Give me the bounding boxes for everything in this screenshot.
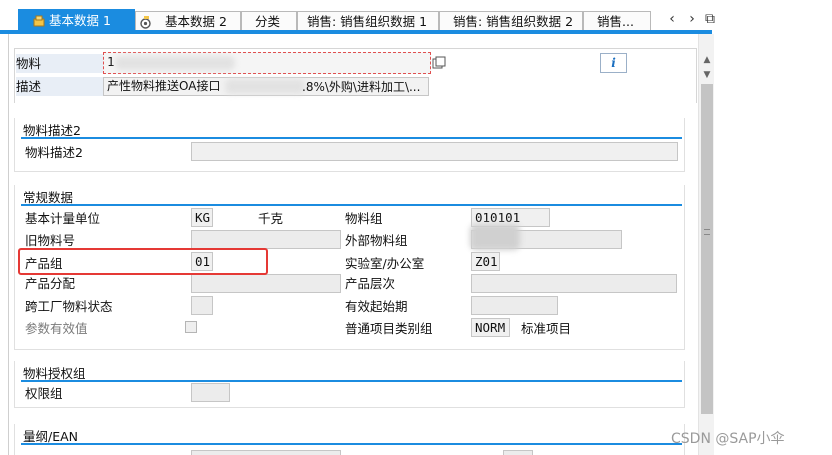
tab-label: 分类 — [255, 14, 281, 29]
material-desc2-field[interactable] — [191, 142, 678, 161]
thumb-grip-icon — [704, 229, 710, 235]
tab-label: 基本数据 2 — [165, 14, 227, 29]
scroll-down-icon[interactable]: ▼ — [699, 69, 715, 81]
group-title-underline — [21, 443, 682, 445]
tab-label: 销售: 销售组织数据 1 — [307, 14, 428, 29]
tab-classification[interactable]: 分类 — [241, 11, 297, 31]
old-material-label: 旧物料号 — [25, 233, 76, 248]
valid-from-field[interactable] — [471, 296, 558, 315]
tab-bar: 基本数据 1 基本数据 2 分类 销售: 销售组织数据 1 销售: 销售组织数据… — [0, 0, 832, 34]
product-alloc-field[interactable] — [191, 274, 341, 293]
tab-label: 销售: 销售组织数据 2 — [453, 14, 574, 29]
vertical-scrollbar[interactable]: ▲ ▼ — [698, 34, 714, 455]
base-uom-label: 基本计量单位 — [25, 211, 101, 226]
tab-basic-data-2[interactable]: 基本数据 2 — [135, 11, 241, 31]
auth-group-label: 权限组 — [25, 386, 63, 401]
auth-group-field[interactable] — [191, 383, 230, 402]
tab-sales-org-1[interactable]: 销售: 销售组织数据 1 — [297, 11, 439, 31]
tab-basic-data-1[interactable]: 基本数据 1 — [18, 9, 135, 32]
lab-office-value: Z01 — [475, 254, 498, 269]
material-group-label: 物料组 — [345, 211, 383, 226]
valid-from-label: 有效起始期 — [345, 299, 408, 314]
group-title-underline — [21, 137, 682, 139]
material-group-value: 010101 — [475, 210, 521, 225]
division-highlight-box — [18, 248, 268, 275]
tab-list-menu-icon[interactable]: ⧉ — [702, 10, 718, 28]
group-header: 常规数据 — [15, 185, 684, 206]
tab-scroll-right-icon[interactable]: › — [684, 10, 700, 28]
cross-plant-status-field[interactable] — [191, 296, 213, 315]
ext-material-group-label: 外部物料组 — [345, 233, 408, 248]
group-title-underline — [21, 380, 682, 382]
dims-field-1[interactable] — [191, 450, 341, 455]
base-uom-value: KG — [195, 210, 211, 225]
scroll-up-icon[interactable]: ▲ — [699, 54, 715, 66]
base-uom-field[interactable]: KG — [191, 208, 213, 227]
material-copy-icon[interactable] — [432, 56, 446, 70]
redacted-area — [470, 224, 520, 250]
item-cat-group-field[interactable]: NORM — [471, 318, 510, 337]
group-header: 量纲/EAN — [15, 424, 684, 445]
description-value: 产性物料推送OA接口 — [107, 79, 221, 93]
material-label: 物料 — [16, 56, 42, 71]
product-hierarchy-field[interactable] — [471, 274, 677, 293]
tab-sales-org-2[interactable]: 销售: 销售组织数据 2 — [439, 11, 583, 31]
redacted-area — [225, 79, 305, 94]
cross-plant-status-label: 跨工厂物料状态 — [25, 299, 113, 314]
base-uom-text: 千克 — [258, 211, 284, 226]
group-header: 物料描述2 — [15, 118, 684, 139]
param-effective-checkbox[interactable] — [185, 321, 197, 333]
tab-label: 基本数据 1 — [49, 13, 111, 28]
lab-office-label: 实验室/办公室 — [345, 256, 425, 271]
param-effective-label: 参数有效值 — [25, 321, 88, 336]
item-cat-group-text: 标准项目 — [521, 321, 572, 336]
info-button[interactable]: i — [600, 53, 627, 73]
group-title-underline — [21, 204, 682, 206]
item-cat-group-label: 普通项目类别组 — [345, 321, 433, 336]
group-header: 物料授权组 — [15, 361, 684, 382]
scrollbar-thumb[interactable] — [701, 84, 713, 414]
material-tab-icon — [33, 15, 45, 27]
material-tab-icon — [140, 16, 151, 29]
description-value-tail: .8%\外购\进料加工\... — [302, 80, 421, 94]
dims-field-2[interactable] — [503, 450, 533, 455]
lab-office-field[interactable]: Z01 — [471, 252, 500, 271]
group-dimensions-ean: 量纲/EAN — [14, 424, 685, 455]
right-empty-pane — [714, 34, 832, 455]
description-label: 描述 — [16, 79, 42, 94]
tab-scroll-left-icon[interactable]: ‹ — [664, 10, 680, 28]
product-alloc-label: 产品分配 — [25, 276, 76, 291]
old-material-field[interactable] — [191, 230, 341, 249]
watermark: CSDN @SAP小伞 — [671, 431, 785, 447]
tab-sales-more[interactable]: 销售... — [583, 11, 651, 31]
item-cat-group-value: NORM — [475, 320, 506, 335]
product-hierarchy-label: 产品层次 — [345, 276, 396, 291]
material-desc2-label: 物料描述2 — [25, 145, 83, 160]
material-value: 1 — [107, 54, 115, 69]
redacted-area — [115, 56, 235, 70]
info-icon: i — [611, 56, 616, 70]
group-authorization: 物料授权组 — [14, 361, 685, 408]
tab-label: 销售... — [597, 14, 634, 29]
